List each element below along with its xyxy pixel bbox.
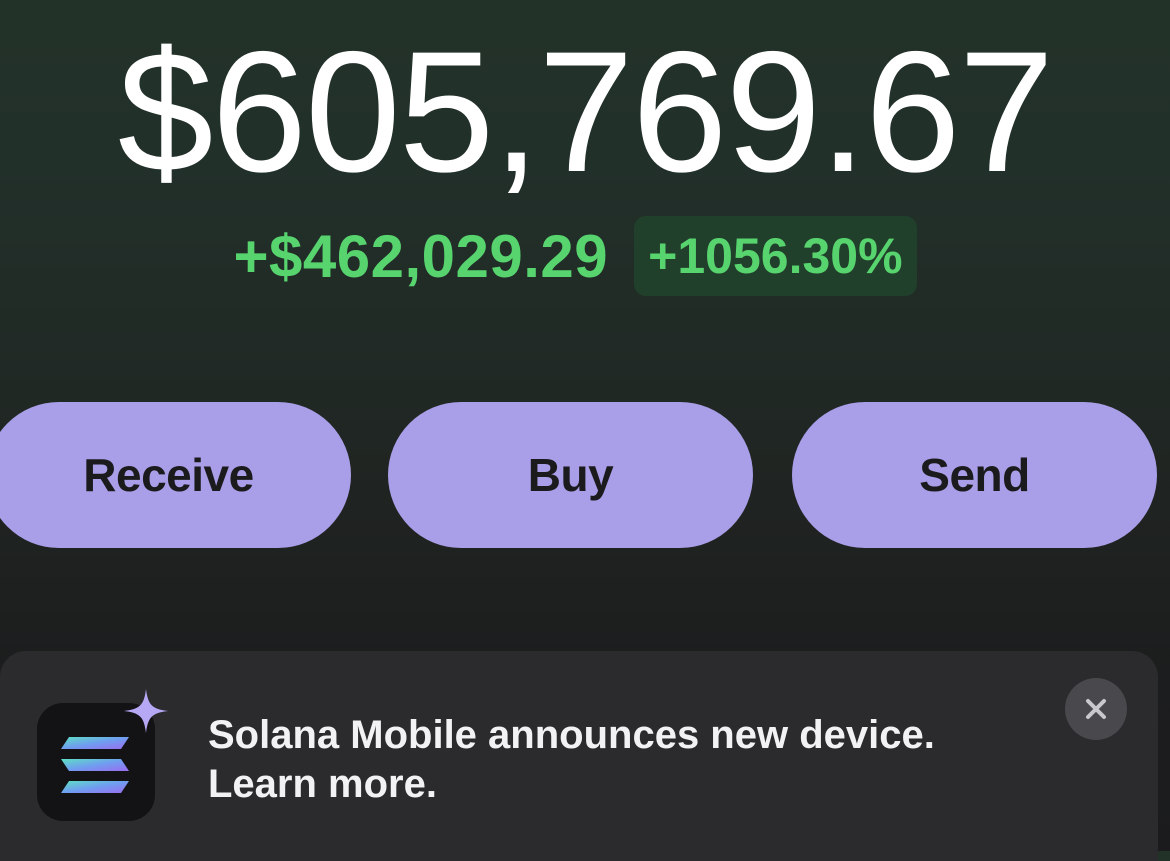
change-percent-badge: +1056.30% — [634, 216, 917, 296]
action-buttons: Receive Buy Send — [0, 402, 1170, 552]
announcement-line-1: Solana Mobile announces new device. — [208, 713, 935, 757]
receive-button[interactable]: Receive — [0, 402, 351, 548]
announcement-banner[interactable]: Solana Mobile announces new device. Lear… — [0, 651, 1158, 861]
sparkle-icon — [122, 687, 170, 735]
learn-more-link[interactable]: Learn more. — [208, 760, 935, 809]
announcement-text[interactable]: Solana Mobile announces new device. Lear… — [208, 711, 935, 809]
change-amount: +$462,029.29 — [233, 222, 609, 290]
total-balance: $605,769.67 — [117, 16, 1054, 208]
close-banner-button[interactable] — [1065, 678, 1127, 740]
send-button[interactable]: Send — [792, 402, 1157, 548]
balance-change-row: +$462,029.29 +1056.30% — [0, 216, 1150, 296]
buy-button[interactable]: Buy — [388, 402, 753, 548]
close-icon — [1086, 699, 1106, 719]
